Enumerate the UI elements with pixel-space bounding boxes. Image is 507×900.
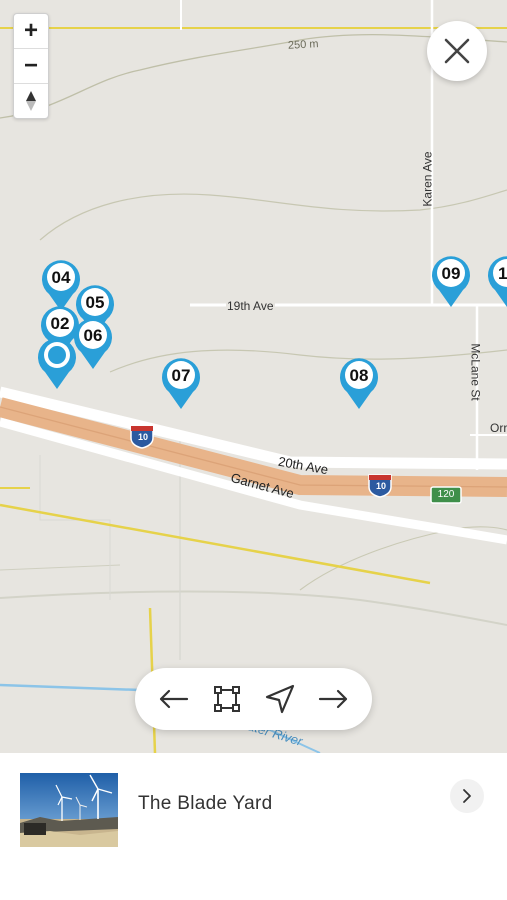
compass-button[interactable] xyxy=(14,84,48,118)
map-pin-current[interactable] xyxy=(37,336,77,390)
previous-button[interactable] xyxy=(152,677,196,721)
contour-label: 250 m xyxy=(287,38,319,52)
shield-label-i10-2: 10 xyxy=(375,481,386,491)
map-pin-09[interactable]: 09 xyxy=(431,254,471,308)
zoom-in-button[interactable]: + xyxy=(14,14,48,49)
map-view[interactable]: 250 m Karen Ave 19th Ave McLane St Orr 2… xyxy=(0,0,507,753)
pin-label: 09 xyxy=(441,264,461,283)
close-button[interactable] xyxy=(427,21,487,81)
fit-bounds-icon xyxy=(213,686,240,712)
compass-icon xyxy=(26,91,36,111)
zoom-control: + − xyxy=(13,13,49,119)
map-pin-06[interactable]: 06 xyxy=(73,316,113,370)
location-thumbnail xyxy=(20,773,118,847)
location-title: The Blade Yard xyxy=(138,793,273,814)
open-details-button[interactable] xyxy=(450,779,484,813)
chevron-right-icon xyxy=(463,789,471,803)
navigation-icon xyxy=(266,684,295,714)
shield-label-i10-1: 10 xyxy=(137,432,148,442)
pin-label: 1 xyxy=(498,264,507,283)
road-label-mclane-st: McLane St xyxy=(468,343,483,401)
shield-label-120: 120 xyxy=(437,489,455,500)
zoom-out-button[interactable]: − xyxy=(14,49,48,84)
map-pin-08[interactable]: 08 xyxy=(339,356,379,410)
location-card[interactable]: The Blade Yard xyxy=(0,753,507,900)
arrow-left-icon xyxy=(159,689,188,709)
close-icon xyxy=(444,38,470,64)
road-label-19th-ave: 19th Ave xyxy=(226,299,275,313)
road-label-karen-ave: Karen Ave xyxy=(420,151,435,207)
fit-bounds-button[interactable] xyxy=(205,677,249,721)
wind-turbines-photo xyxy=(20,773,118,847)
next-button[interactable] xyxy=(311,677,355,721)
pin-label: 06 xyxy=(83,326,103,345)
arrow-right-icon xyxy=(319,689,348,709)
pin-label: 07 xyxy=(171,366,191,385)
map-nav-bar xyxy=(135,668,372,730)
pin-label: 08 xyxy=(349,366,369,385)
map-pin-10[interactable]: 1 xyxy=(487,254,507,308)
map-pin-07[interactable]: 07 xyxy=(161,356,201,410)
locate-button[interactable] xyxy=(258,677,302,721)
road-label-orr: Orr xyxy=(490,421,507,435)
